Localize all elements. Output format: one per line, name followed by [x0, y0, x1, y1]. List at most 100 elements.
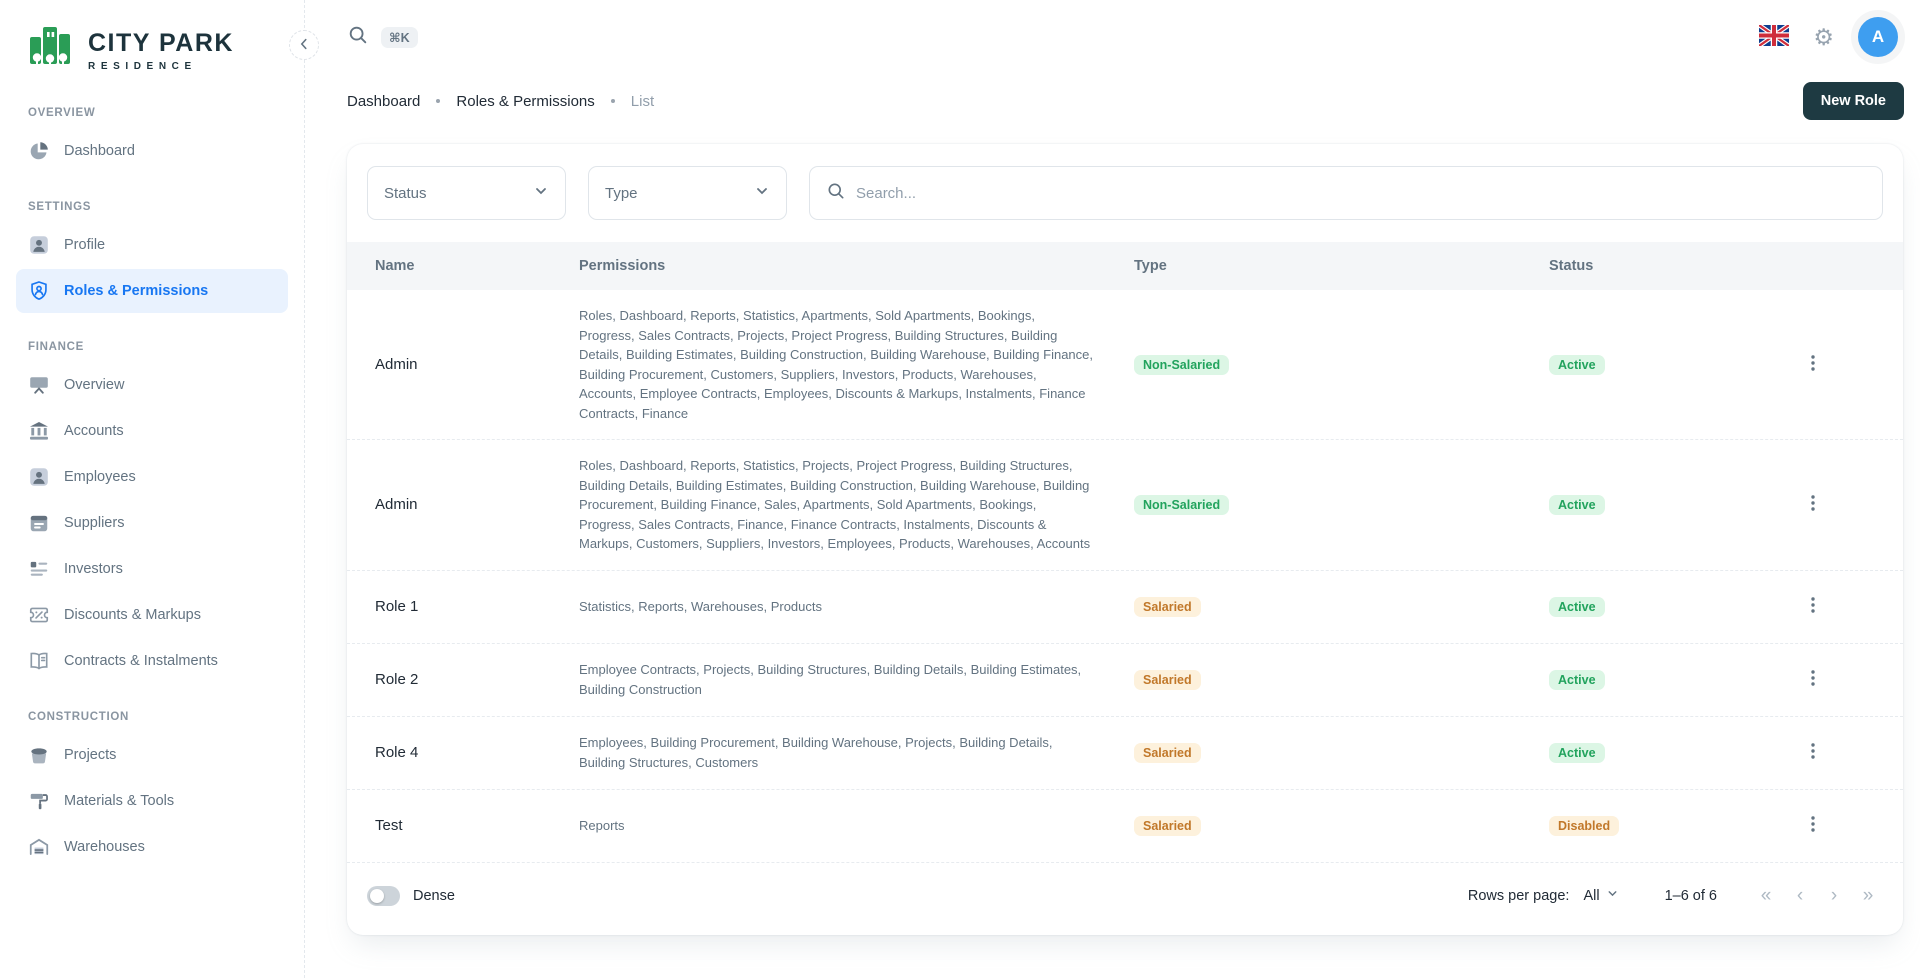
new-role-button[interactable]: New Role	[1803, 82, 1904, 120]
sidebar-item-employees[interactable]: Employees	[16, 455, 288, 499]
page-head: Dashboard Roles & Permissions List New R…	[347, 82, 1904, 120]
column-header-status: Status	[1549, 258, 1793, 274]
rows-per-page-select[interactable]: All	[1583, 887, 1618, 904]
column-header-name: Name	[347, 258, 579, 274]
type-filter-select[interactable]: Type	[588, 166, 787, 220]
breadcrumb-separator-dot	[611, 99, 615, 103]
contracts-book-icon	[28, 650, 50, 672]
sidebar-item-label: Suppliers	[64, 515, 124, 531]
table-row: Admin Roles, Dashboard, Reports, Statist…	[347, 290, 1903, 440]
last-page-button[interactable]: »	[1853, 881, 1883, 911]
role-permissions: Statistics, Reports, Warehouses, Product…	[579, 597, 1094, 617]
toggle-knob	[370, 889, 384, 903]
sidebar-item-label: Warehouses	[64, 839, 145, 855]
brand-logo-link[interactable]: CITY PARK RESIDENCE	[16, 22, 288, 79]
role-permissions: Employee Contracts, Projects, Building S…	[579, 660, 1094, 699]
table-row: Role 1 Statistics, Reports, Warehouses, …	[347, 571, 1903, 644]
profile-icon	[28, 234, 50, 256]
main-area: ⌘K ⚙ A Dashboard Roles & Permissions	[305, 0, 1920, 978]
brand-mark-icon	[24, 22, 76, 79]
table-row: Role 4 Employees, Building Procurement, …	[347, 717, 1903, 790]
breadcrumb-roles-permissions[interactable]: Roles & Permissions	[456, 93, 594, 110]
sidebar-collapse-button[interactable]	[289, 30, 319, 60]
breadcrumb-dashboard[interactable]: Dashboard	[347, 93, 420, 110]
status-badge: Active	[1549, 355, 1605, 375]
sidebar-item-label: Discounts & Markups	[64, 607, 201, 623]
sidebar-item-dashboard[interactable]: Dashboard	[16, 129, 288, 173]
row-actions-kebab-button[interactable]	[1793, 345, 1833, 385]
brand-subtitle: RESIDENCE	[88, 61, 234, 72]
settings-gear-button[interactable]: ⚙	[1813, 24, 1834, 51]
dense-toggle[interactable]	[367, 886, 400, 906]
type-badge: Salaried	[1134, 670, 1201, 690]
row-actions-kebab-button[interactable]	[1793, 733, 1833, 773]
sidebar: CITY PARK RESIDENCE OVERVIEW Dashboard S…	[0, 0, 305, 978]
status-badge: Active	[1549, 670, 1605, 690]
row-actions-kebab-button[interactable]	[1793, 806, 1833, 846]
type-badge: Non-Salaried	[1134, 355, 1229, 375]
rows-per-page-label: Rows per page:	[1468, 888, 1570, 904]
previous-page-button[interactable]: ‹	[1785, 881, 1815, 911]
sidebar-item-suppliers[interactable]: Suppliers	[16, 501, 288, 545]
role-permissions: Reports	[579, 816, 1094, 836]
sidebar-section-label: SETTINGS	[16, 201, 288, 213]
status-filter-label: Status	[384, 185, 427, 202]
brand-name: CITY PARK	[88, 29, 234, 58]
row-actions-kebab-button[interactable]	[1793, 587, 1833, 627]
chevron-left-icon	[297, 37, 311, 54]
next-page-button[interactable]: ›	[1819, 881, 1849, 911]
role-name: Role 1	[347, 598, 579, 615]
discounts-ticket-icon	[28, 604, 50, 626]
row-actions-kebab-button[interactable]	[1793, 660, 1833, 700]
projects-basket-icon	[28, 744, 50, 766]
table-row: Role 2 Employee Contracts, Projects, Bui…	[347, 644, 1903, 717]
vertical-dots-icon	[1803, 668, 1823, 691]
status-filter-select[interactable]: Status	[367, 166, 566, 220]
table-search-box	[809, 166, 1883, 220]
chevron-down-icon	[754, 183, 770, 203]
search-icon	[347, 24, 369, 51]
role-name: Admin	[347, 356, 579, 373]
roles-permissions-shield-icon	[28, 280, 50, 302]
type-badge: Non-Salaried	[1134, 495, 1229, 515]
materials-tools-icon	[28, 790, 50, 812]
role-name: Role 2	[347, 671, 579, 688]
type-badge: Salaried	[1134, 597, 1201, 617]
sidebar-item-materials-tools[interactable]: Materials & Tools	[16, 779, 288, 823]
sidebar-item-profile[interactable]: Profile	[16, 223, 288, 267]
topbar: ⌘K ⚙ A	[347, 0, 1904, 74]
sidebar-item-projects[interactable]: Projects	[16, 733, 288, 777]
pager: « ‹ › »	[1751, 881, 1883, 911]
breadcrumb: Dashboard Roles & Permissions List	[347, 93, 654, 110]
row-actions-kebab-button[interactable]	[1793, 485, 1833, 525]
sidebar-item-discounts-markups[interactable]: Discounts & Markups	[16, 593, 288, 637]
sidebar-section-label: CONSTRUCTION	[16, 711, 288, 723]
sidebar-item-overview[interactable]: Overview	[16, 363, 288, 407]
employees-person-icon	[28, 466, 50, 488]
sidebar-item-accounts[interactable]: Accounts	[16, 409, 288, 453]
sidebar-item-label: Materials & Tools	[64, 793, 174, 809]
sidebar-item-label: Overview	[64, 377, 124, 393]
sidebar-item-roles-permissions[interactable]: Roles & Permissions	[16, 269, 288, 313]
search-input[interactable]	[856, 185, 1866, 202]
dense-toggle-wrap: Dense	[367, 886, 455, 906]
sidebar-item-investors[interactable]: Investors	[16, 547, 288, 591]
vertical-dots-icon	[1803, 595, 1823, 618]
user-avatar[interactable]: A	[1858, 17, 1898, 57]
gear-icon: ⚙	[1813, 24, 1834, 51]
sidebar-item-warehouses[interactable]: Warehouses	[16, 825, 288, 869]
sidebar-item-contracts-instalments[interactable]: Contracts & Instalments	[16, 639, 288, 683]
first-page-button[interactable]: «	[1751, 881, 1781, 911]
breadcrumb-separator-dot	[436, 99, 440, 103]
language-flag-button[interactable]	[1759, 25, 1789, 49]
vertical-dots-icon	[1803, 493, 1823, 516]
global-search-button[interactable]: ⌘K	[347, 24, 418, 51]
table-header: Name Permissions Type Status	[347, 242, 1903, 290]
accounts-bank-icon	[28, 420, 50, 442]
role-permissions: Roles, Dashboard, Reports, Statistics, A…	[579, 306, 1094, 423]
pagination-controls: Rows per page: All 1–6 of 6 « ‹ › »	[1468, 881, 1883, 911]
sidebar-nav: OVERVIEW Dashboard SETTINGS Profile Role…	[16, 107, 288, 869]
keyboard-shortcut-badge: ⌘K	[381, 27, 418, 48]
pagination-range: 1–6 of 6	[1665, 888, 1717, 904]
chevron-down-icon	[533, 183, 549, 203]
